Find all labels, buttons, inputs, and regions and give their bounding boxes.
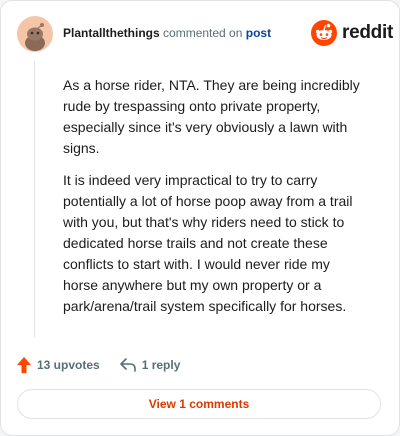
comment-card: Plantallthethings commented on post redd…: [0, 0, 400, 436]
comment-header: Plantallthethings commented on post: [63, 26, 271, 40]
reply-button[interactable]: 1 reply: [119, 358, 181, 372]
thread-line: [34, 61, 35, 337]
comment-actions: 13 upvotes 1 reply: [17, 355, 180, 375]
reddit-logo-icon: [311, 20, 337, 46]
reply-arrow-icon: [119, 358, 136, 372]
comment-paragraph: As a horse rider, NTA. They are being in…: [63, 77, 360, 156]
upvote-arrow-icon: [17, 357, 31, 373]
upvote-button[interactable]: 13 upvotes: [17, 357, 100, 373]
post-link[interactable]: post: [246, 26, 271, 40]
username[interactable]: Plantallthethings: [63, 26, 160, 40]
reply-count: 1 reply: [141, 358, 181, 372]
comment-body: As a horse rider, NTA. They are being in…: [63, 75, 367, 328]
reddit-wordmark: reddit: [342, 22, 393, 43]
reddit-brand[interactable]: reddit: [311, 20, 393, 46]
user-avatar[interactable]: [17, 16, 53, 52]
view-comments-button[interactable]: View 1 comments: [17, 389, 381, 419]
commented-on-text: commented on: [163, 26, 243, 40]
upvote-count: 13 upvotes: [37, 358, 100, 372]
comment-paragraph: It is indeed very impractical to try to …: [63, 172, 353, 314]
